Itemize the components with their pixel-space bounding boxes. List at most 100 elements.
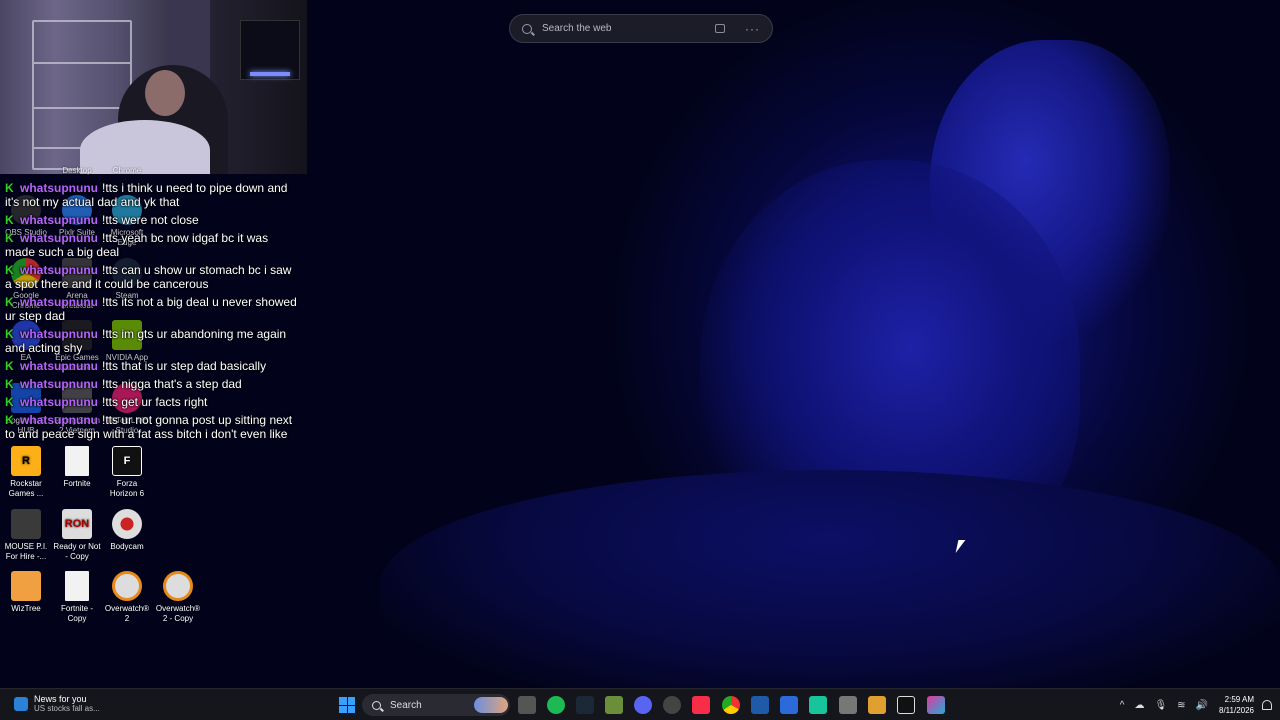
chevron-up-icon[interactable]: ^ bbox=[1120, 700, 1125, 711]
chat-username: whatsupnunu bbox=[20, 359, 98, 373]
chat-message: Kwhatsupnunu !tts ur not gonna post up si… bbox=[5, 413, 300, 441]
desktop-icon-fortnite-copy[interactable]: Fortnite - Copy bbox=[52, 571, 102, 624]
desktop-icon-ready-or-not[interactable]: RON Ready or Not - Copy bbox=[52, 509, 102, 562]
icon-label: Overwatch® 2 bbox=[104, 604, 150, 623]
volume-icon[interactable]: 🔊 bbox=[1196, 700, 1208, 711]
icon-label: MOUSE P.I. For Hire -... bbox=[4, 542, 48, 561]
icon-label: Fortnite bbox=[63, 479, 91, 488]
overwatch-icon bbox=[112, 571, 142, 601]
kick-badge-icon: K bbox=[5, 395, 14, 409]
desktop-icon-wiztree[interactable]: WizTree bbox=[1, 571, 51, 614]
search-highlight-art bbox=[474, 697, 508, 713]
web-search-input[interactable]: Search the web bbox=[542, 23, 715, 34]
spotify-icon[interactable] bbox=[547, 696, 565, 714]
kick-badge-icon: K bbox=[5, 231, 14, 245]
chat-username: whatsupnunu bbox=[20, 181, 98, 195]
file-icon bbox=[65, 446, 89, 476]
chat-message: Kwhatsupnunu !tts were not close bbox=[5, 213, 300, 227]
visual-search-icon[interactable] bbox=[715, 24, 725, 33]
kick-badge-icon: K bbox=[5, 359, 14, 373]
web-search-widget[interactable]: Search the web ··· bbox=[509, 14, 773, 43]
streamer-head bbox=[145, 70, 185, 116]
system-tray: ^ ☁ 🎙 ≋ 🔊 2:59 AM 8/11/2026 bbox=[1115, 689, 1280, 720]
mouse-pi-icon bbox=[11, 509, 41, 539]
overwatch-icon bbox=[163, 571, 193, 601]
chat-username: whatsupnunu bbox=[20, 295, 98, 309]
start-button[interactable] bbox=[339, 697, 355, 713]
clock-date: 8/11/2026 bbox=[1219, 706, 1254, 715]
desktop-icon-forza[interactable]: F Forza Horizon 6 bbox=[102, 446, 152, 499]
file-icon bbox=[65, 571, 89, 601]
forza-taskbar-icon[interactable] bbox=[897, 696, 915, 714]
taskbar-search-label: Search bbox=[390, 699, 422, 711]
clock[interactable]: 2:59 AM 8/11/2026 bbox=[1219, 694, 1254, 716]
chat-message: Kwhatsupnunu !tts its not a big deal u ne… bbox=[5, 295, 300, 323]
icon-label: WizTree bbox=[11, 604, 41, 613]
icon-label: Ready or Not - Copy bbox=[53, 542, 101, 561]
forza-icon: F bbox=[112, 446, 142, 476]
apple-music-icon[interactable] bbox=[692, 696, 710, 714]
ready-or-not-icon: RON bbox=[62, 509, 92, 539]
chat-username: whatsupnunu bbox=[20, 377, 98, 391]
search-icon bbox=[372, 700, 381, 710]
chrome-taskbar-icon[interactable] bbox=[722, 696, 740, 714]
icon-label: Overwatch® 2 - Copy bbox=[155, 604, 201, 623]
more-options-icon[interactable]: ··· bbox=[745, 22, 760, 36]
desktop-icon-bodycam[interactable]: Bodycam bbox=[102, 509, 152, 552]
chat-username: whatsupnunu bbox=[20, 413, 98, 427]
chat-text: !tts that is ur step dad basically bbox=[102, 359, 267, 373]
icon-label: Forza Horizon 6 bbox=[109, 479, 145, 498]
wiztree-icon bbox=[11, 571, 41, 601]
chat-message: Kwhatsupnunu !tts i think u need to pipe … bbox=[5, 181, 300, 209]
chat-message: Kwhatsupnunu !tts im gts ur abandoning me… bbox=[5, 327, 300, 355]
taskbar: News for you US stocks fall as... Search… bbox=[0, 688, 1280, 720]
chat-message: Kwhatsupnunu !tts nigga that's a step dad bbox=[5, 377, 300, 391]
kick-badge-icon: K bbox=[5, 327, 14, 341]
icon-label: Chrome bbox=[112, 166, 142, 175]
icon-label: Desktop bbox=[62, 166, 92, 175]
wallpaper-body bbox=[380, 470, 1280, 700]
app-green-icon[interactable] bbox=[809, 696, 827, 714]
led-lights bbox=[250, 72, 290, 76]
minecraft-icon[interactable] bbox=[605, 696, 623, 714]
chat-message: Kwhatsupnunu !tts get ur facts right bbox=[5, 395, 300, 409]
news-widget[interactable]: News for you US stocks fall as... bbox=[14, 694, 100, 714]
wifi-icon[interactable]: ≋ bbox=[1177, 700, 1185, 711]
capcut-icon[interactable] bbox=[927, 696, 945, 714]
desktop-icon-chrome[interactable]: Chrome bbox=[102, 166, 152, 176]
discord-icon[interactable] bbox=[634, 696, 652, 714]
chat-text: !tts nigga that's a step dad bbox=[102, 377, 242, 391]
news-title: News for you bbox=[34, 694, 87, 704]
app-window-icon-2[interactable] bbox=[780, 696, 798, 714]
kick-badge-icon: K bbox=[5, 377, 14, 391]
chatgpt-icon[interactable] bbox=[663, 696, 681, 714]
desktop-icon-overwatch-copy[interactable]: Overwatch® 2 - Copy bbox=[153, 571, 203, 624]
kick-badge-icon: K bbox=[5, 413, 14, 427]
steam-taskbar-icon[interactable] bbox=[576, 696, 594, 714]
bodycam-icon bbox=[112, 509, 142, 539]
desktop-icon-mouse-pi[interactable]: MOUSE P.I. For Hire -... bbox=[1, 509, 51, 562]
news-icon bbox=[14, 697, 28, 711]
desktop-icon-overwatch[interactable]: Overwatch® 2 bbox=[102, 571, 152, 624]
search-icon bbox=[522, 23, 532, 34]
kick-badge-icon: K bbox=[5, 181, 14, 195]
chat-username: whatsupnunu bbox=[20, 231, 98, 245]
microphone-icon[interactable]: 🎙 bbox=[1154, 700, 1167, 711]
app-window-icon[interactable] bbox=[751, 696, 769, 714]
news-subtitle: US stocks fall as... bbox=[34, 704, 100, 713]
chat-message: Kwhatsupnunu !tts can u show ur stomach b… bbox=[5, 263, 300, 291]
desktop-icon-desktop[interactable]: Desktop bbox=[52, 166, 102, 176]
file-explorer-icon[interactable] bbox=[868, 696, 886, 714]
chat-username: whatsupnunu bbox=[20, 213, 98, 227]
icon-label: Bodycam bbox=[110, 542, 144, 551]
rockstar-icon: R bbox=[11, 446, 41, 476]
desktop-icon-rockstar[interactable]: R Rockstar Games ... bbox=[1, 446, 51, 499]
kick-badge-icon: K bbox=[5, 263, 14, 277]
chat-username: whatsupnunu bbox=[20, 263, 98, 277]
cloud-icon[interactable]: ☁ bbox=[1134, 700, 1144, 711]
app-gray-icon[interactable] bbox=[839, 696, 857, 714]
notification-bell-icon[interactable] bbox=[1262, 700, 1272, 710]
desktop-icon-fortnite[interactable]: Fortnite bbox=[52, 446, 102, 489]
task-view-icon[interactable] bbox=[518, 696, 536, 714]
taskbar-search[interactable]: Search bbox=[362, 694, 510, 716]
